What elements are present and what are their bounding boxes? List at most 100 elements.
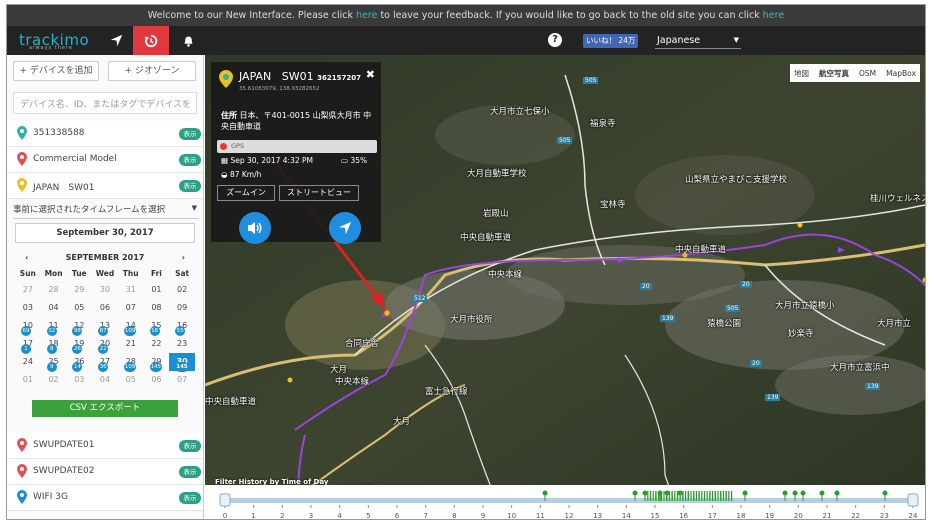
calendar-day[interactable]: 31: [118, 281, 144, 299]
calendar-day[interactable]: 28: [41, 281, 67, 299]
popup-battery: ▭ 35%: [341, 156, 367, 165]
map-type-option[interactable]: 航空写真: [819, 68, 849, 79]
show-device-button[interactable]: 表示: [179, 466, 201, 478]
calendar-day[interactable]: 03: [15, 299, 41, 317]
calendar-day[interactable]: 30145: [169, 353, 195, 372]
show-device-button[interactable]: 表示: [179, 180, 201, 192]
device-row[interactable]: SWUPDATE01 表示: [7, 433, 203, 459]
calendar-day[interactable]: 07: [169, 371, 195, 389]
calendar-day[interactable]: 03: [66, 371, 92, 389]
geozone-button[interactable]: + ジオゾーン: [108, 61, 196, 81]
calendar-day[interactable]: 21: [118, 335, 144, 353]
timeline-hour-label: 19: [765, 512, 774, 520]
navigate-button[interactable]: [329, 212, 361, 244]
zoom-in-button[interactable]: ズームイン: [217, 185, 275, 201]
calendar-day[interactable]: 2736: [92, 353, 118, 372]
trackimo-logo[interactable]: trackimo always there: [19, 31, 89, 51]
caret-down-icon: ▼: [191, 204, 197, 212]
street-view-button[interactable]: ストリートビュー: [279, 185, 359, 201]
calendar-day[interactable]: 1655: [169, 317, 195, 336]
csv-export-button[interactable]: CSV エクスポート: [32, 400, 178, 417]
calendar-day[interactable]: 01: [15, 371, 41, 389]
show-device-button[interactable]: 表示: [179, 440, 201, 452]
calendar-day[interactable]: 1069: [15, 317, 41, 336]
calendar-day[interactable]: 08: [144, 299, 170, 317]
day-number: 02: [48, 375, 59, 384]
calendar-day[interactable]: 07: [118, 299, 144, 317]
calendar-weekday: Mon: [44, 269, 63, 278]
calendar-day[interactable]: 24: [15, 353, 41, 371]
calendar-day[interactable]: 27: [15, 281, 41, 299]
calendar-day[interactable]: 2022: [92, 335, 118, 354]
map-type-option[interactable]: MapBox: [886, 69, 916, 78]
calendar-day[interactable]: 2614: [66, 353, 92, 372]
map-label: 大月市立猿橋小: [775, 301, 835, 311]
old-site-link[interactable]: here: [763, 10, 784, 21]
gps-status: GPS: [217, 140, 377, 153]
device-row[interactable]: WIFI 3G 表示: [7, 485, 203, 511]
time-of-day-filter[interactable]: 0 1 2 3 4 5 6 7 8 9 10 11 12 13 14 15 16 17 18 19 20 21 22 23 24: [205, 485, 925, 520]
calendar-day[interactable]: 259: [41, 353, 67, 372]
show-device-button[interactable]: 表示: [179, 492, 201, 504]
calendar-day[interactable]: 01: [144, 281, 170, 299]
calendar-day[interactable]: 22: [144, 335, 170, 353]
device-row[interactable]: SWUPDATE02 表示: [7, 459, 203, 485]
close-icon[interactable]: ✖: [366, 68, 375, 81]
calendar-day[interactable]: 05: [66, 299, 92, 317]
map-view[interactable]: 大月市立七保小 福泉寺 大月自動車学校 山梨県立やまびこ支援学校 宝林寺 岩殿山 中央自動車…: [205, 55, 925, 519]
calendar-day[interactable]: 02: [169, 281, 195, 299]
calendar-day[interactable]: 28109: [118, 353, 144, 372]
map-label: 20: [740, 281, 752, 288]
navigation-arrow-icon: [110, 34, 122, 47]
calendar-day[interactable]: 06: [144, 371, 170, 389]
nav-history-button[interactable]: [133, 26, 169, 55]
map-label: 大月自動車学校: [467, 169, 527, 179]
show-device-button[interactable]: 表示: [179, 154, 201, 166]
calendar-day[interactable]: 1518: [144, 317, 170, 336]
add-device-button[interactable]: + デバイスを追加: [13, 61, 99, 81]
device-row[interactable]: 351338588 表示: [7, 121, 203, 147]
facebook-like-button[interactable]: いいね！ 24万: [583, 34, 639, 48]
nav-locate-button[interactable]: [101, 26, 131, 55]
calendar-day[interactable]: 1926: [66, 335, 92, 354]
calendar-day[interactable]: 05: [118, 371, 144, 389]
timeline-event-dot: [800, 490, 806, 496]
calendar-day[interactable]: 29145: [144, 353, 170, 372]
language-select[interactable]: Japanese ▼: [655, 32, 741, 49]
day-number: 08: [151, 303, 162, 312]
show-device-button[interactable]: 表示: [179, 128, 201, 140]
map-type-option[interactable]: OSM: [859, 69, 876, 78]
map-label: 合同庁舎: [345, 339, 380, 349]
calendar-day[interactable]: 171: [15, 335, 41, 354]
popup-title: JAPAN SW01 362157207: [239, 70, 361, 83]
calendar-day[interactable]: 09: [169, 299, 195, 317]
navigation-arrow-icon: [338, 221, 352, 235]
calendar-day[interactable]: 1132: [41, 317, 67, 336]
calendar-day[interactable]: 29: [66, 281, 92, 299]
calendar-day[interactable]: 04: [92, 371, 118, 389]
selected-date-field[interactable]: September 30, 2017: [15, 223, 195, 243]
device-row[interactable]: Commercial Model 表示: [7, 147, 203, 173]
calendar-day[interactable]: 14109: [118, 317, 144, 336]
map-label: 中央自動車道: [460, 233, 512, 243]
device-search-input[interactable]: デバイス名、ID、またはタグでデバイスを: [13, 92, 197, 114]
calendar-day[interactable]: 1387: [92, 317, 118, 336]
timeline-hour-label: 3: [309, 512, 313, 520]
calendar-day[interactable]: 04: [41, 299, 67, 317]
chevron-left-icon[interactable]: ‹: [25, 251, 28, 265]
help-button[interactable]: ?: [548, 33, 562, 47]
calendar-day[interactable]: 06: [92, 299, 118, 317]
map-type-option[interactable]: 地図: [794, 68, 809, 79]
timeframe-select[interactable]: 事前に選択されたタイムフレームを選択 ▼: [13, 203, 199, 219]
calendar-day[interactable]: 188: [41, 335, 67, 354]
calendar-day[interactable]: 1298: [66, 317, 92, 336]
device-row[interactable]: JAPAN SW01 表示: [7, 173, 203, 199]
nav-notifications-button[interactable]: [173, 26, 203, 55]
calendar-day[interactable]: 23: [169, 335, 195, 353]
calendar-day[interactable]: 30: [92, 281, 118, 299]
sound-alarm-button[interactable]: [239, 212, 271, 244]
calendar-day[interactable]: 02: [41, 371, 67, 389]
feedback-link[interactable]: here: [356, 10, 377, 21]
chevron-right-icon[interactable]: ›: [182, 251, 185, 265]
timeline-slider[interactable]: 0 1 2 3 4 5 6 7 8 9 10 11 12 13 14 15 16 17 18 19 20 21 22 23 24: [205, 485, 925, 520]
